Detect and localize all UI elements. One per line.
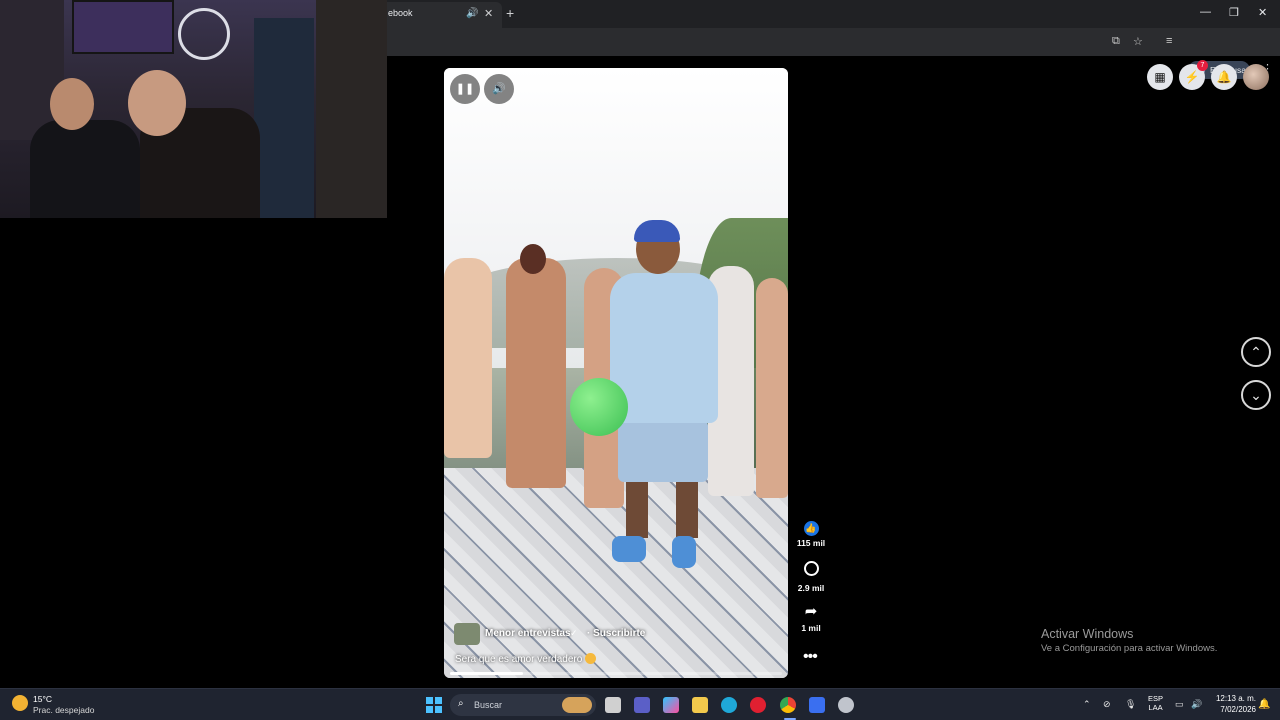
browser-tab[interactable]: ebook 🔊 ✕ [380,2,502,28]
chevron-down-icon[interactable]: ⌄ [1241,380,1271,410]
tray-chevron-up-icon[interactable]: ⌃ [1083,699,1091,710]
weather-sun-icon[interactable] [12,695,28,711]
comment-icon [803,561,819,576]
verified-icon: ✓ [570,628,578,638]
display-icon[interactable]: ▭ [1175,699,1184,710]
caption-text: Sera que es amor verdadero [455,654,583,665]
video-person-head [520,244,546,274]
opera-icon[interactable] [750,697,766,713]
video-person-cap [634,220,680,242]
clock-date[interactable]: 7/02/2026 [1208,705,1256,714]
share-icon: ➦ [804,603,818,620]
activate-windows-title: Activar Windows [1041,627,1134,641]
subscribe-button[interactable]: · Suscribirte [587,628,645,639]
activate-windows-subtitle: Ve a Configuración para activar Windows. [1041,643,1218,654]
like-icon: 👍 [803,521,819,536]
copilot-icon[interactable] [663,697,679,713]
streamer-right-head [128,70,186,136]
close-icon[interactable]: ✕ [484,7,493,20]
notification-bell-icon[interactable]: 🔔 [1258,699,1270,710]
search-placeholder: Buscar [474,700,503,710]
edge-icon[interactable] [721,697,737,713]
file-explorer-icon[interactable] [692,697,708,713]
language-line1: ESP [1148,694,1164,703]
video-person-shoe [672,536,696,568]
clock-time[interactable]: 12:13 a. m. [1208,694,1256,703]
teams-icon[interactable] [634,697,650,713]
network-off-icon[interactable]: ⊘ [1103,699,1111,710]
settings-gear-icon[interactable] [838,697,854,713]
weather-description[interactable]: Prac. despejado [33,705,94,715]
language-line2: LAA [1148,703,1163,712]
volume-tray-icon[interactable]: 🔊 [1191,699,1202,710]
like-button[interactable]: 👍 115 mil [795,518,827,548]
video-person-leg [626,478,648,538]
webcam-tv [72,0,174,54]
like-count: 115 mil [796,538,826,548]
bell-icon[interactable]: 🔔 [1211,64,1237,90]
share-count: 1 mil [801,623,821,633]
video-person-shorts [618,420,708,482]
language-indicator[interactable]: ESP LAA [1148,694,1163,712]
messenger-badge: 7 [1197,60,1208,71]
channel-avatar[interactable] [454,623,480,645]
video-progress-fill [450,672,524,675]
search-icon: ⌕ [458,698,464,709]
window-close-icon[interactable]: ✕ [1258,6,1267,19]
taskbar-search[interactable]: ⌕ Buscar [450,694,596,716]
video-person-leg [676,478,698,538]
webcam-door [254,18,314,218]
video-person-shoe [612,536,646,562]
weather-temperature[interactable]: 15°C [33,694,52,704]
speaker-icon[interactable]: 🔊 [466,8,478,19]
bookmark-star-icon[interactable]: ☆ [1133,35,1143,48]
comment-count: 2.9 mil [797,583,825,593]
webcam-ring-light [178,8,230,60]
video-balloon [570,378,628,436]
chrome-icon[interactable] [780,697,796,713]
video-player[interactable]: ❚❚ 🔊 Menor entrevistas ✓ · Suscribirte S… [444,68,788,678]
media-controls-icon[interactable]: ≡ [1166,35,1172,47]
volume-icon[interactable]: 🔊 [484,74,514,104]
chevron-up-icon[interactable]: ⌃ [1241,337,1271,367]
video-person [444,258,492,458]
minimize-icon[interactable]: — [1200,6,1211,18]
video-person [506,258,566,488]
video-progress-bar[interactable] [450,672,782,675]
restore-icon[interactable]: ❐ [1229,6,1239,19]
taskbar: 15°C Prac. despejado ⌕ Buscar ⌃ ⊘ 🎙 ESP … [0,688,1280,720]
search-highlight-art [562,697,592,713]
microphone-icon[interactable]: 🎙 [1125,699,1136,710]
profile-avatar[interactable] [1243,64,1269,90]
new-tab-button[interactable]: + [506,5,514,21]
share-button[interactable]: ➦ 1 mil [795,603,827,633]
store-icon[interactable] [809,697,825,713]
webcam-wall [316,0,387,218]
windows-start-icon[interactable] [426,697,442,713]
install-app-icon[interactable]: ⧉ [1112,35,1120,48]
more-dots-icon[interactable]: ••• [803,648,818,666]
task-view-icon[interactable] [605,697,621,713]
streamer-left-body [30,120,140,218]
streamer-left-head [50,78,94,130]
tab-title: ebook [388,8,413,18]
menu-grid-icon[interactable]: ▦ [1147,64,1173,90]
pause-icon[interactable]: ❚❚ [450,74,480,104]
comment-button[interactable]: 2.9 mil [795,561,827,593]
video-person [756,278,788,498]
video-caption: Sera que es amor verdadero [455,653,597,665]
webcam-overlay [0,0,387,218]
channel-name[interactable]: Menor entrevistas [485,628,571,639]
heart-eyes-emoji-icon [585,653,597,664]
